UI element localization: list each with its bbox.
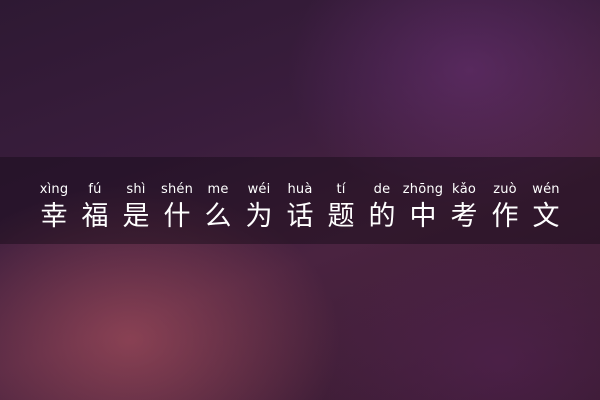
title-syllable: huà 话 xyxy=(281,182,319,238)
hanzi-character: 中 xyxy=(409,201,437,232)
pinyin-text: xìng xyxy=(39,182,69,197)
banner-background: xìng 幸 fú 福 shì 是 shén 什 me 么 wéi 为 huà 话 tí 题 d… xyxy=(0,0,600,400)
pinyin-text: zuò xyxy=(493,182,517,197)
pinyin-text: shì xyxy=(126,182,146,197)
hanzi-character: 么 xyxy=(204,201,232,232)
hanzi-character: 考 xyxy=(450,201,478,232)
title-syllable: kǎo 考 xyxy=(445,182,483,238)
pinyin-text: kǎo xyxy=(451,182,477,197)
pinyin-text: fú xyxy=(88,182,102,197)
hanzi-character: 福 xyxy=(81,201,109,232)
hanzi-character: 幸 xyxy=(40,201,68,232)
pinyin-text: me xyxy=(207,182,229,197)
page-title: xìng 幸 fú 福 shì 是 shén 什 me 么 wéi 为 huà 话 tí 题 d… xyxy=(0,182,600,238)
hanzi-character: 什 xyxy=(163,201,191,232)
title-syllable: wén 文 xyxy=(527,182,565,238)
pinyin-text: huà xyxy=(287,182,313,197)
hanzi-character: 是 xyxy=(122,201,150,232)
hanzi-character: 的 xyxy=(368,201,396,232)
hanzi-character: 为 xyxy=(245,201,273,232)
pinyin-text: de xyxy=(373,182,391,197)
title-syllable: wéi 为 xyxy=(240,182,278,238)
hanzi-character: 作 xyxy=(491,201,519,232)
title-syllable: shén 什 xyxy=(158,182,196,238)
pinyin-text: shén xyxy=(160,182,194,197)
pinyin-text: zhōng xyxy=(402,182,444,197)
title-syllable: de 的 xyxy=(363,182,401,238)
title-syllable: zhōng 中 xyxy=(402,182,444,238)
title-syllable: shì 是 xyxy=(117,182,155,238)
title-syllable: xìng 幸 xyxy=(35,182,73,238)
title-syllable: me 么 xyxy=(199,182,237,238)
hanzi-character: 题 xyxy=(327,201,355,232)
pinyin-text: tí xyxy=(336,182,346,197)
hanzi-character: 文 xyxy=(532,201,560,232)
hanzi-character: 话 xyxy=(286,201,314,232)
title-syllable: fú 福 xyxy=(76,182,114,238)
title-syllable: zuò 作 xyxy=(486,182,524,238)
pinyin-text: wéi xyxy=(247,182,271,197)
title-syllable: tí 题 xyxy=(322,182,360,238)
pinyin-text: wén xyxy=(532,182,560,197)
